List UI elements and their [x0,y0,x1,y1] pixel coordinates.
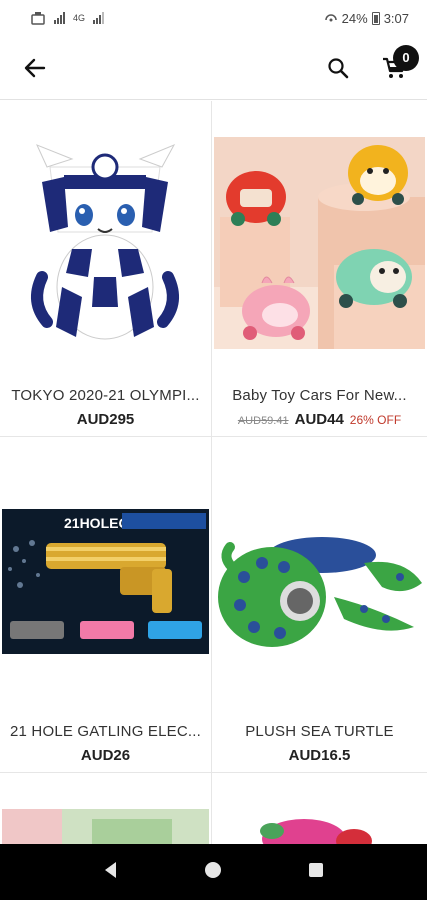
nav-home-button[interactable] [203,860,223,885]
price-row: AUD295 [6,411,205,428]
hotspot-icon [324,14,337,22]
app-bar-actions: 0 [321,44,419,85]
product-card[interactable]: Baby Toy Cars For New... AUD59.41 AUD44 … [212,101,427,437]
product-price: AUD16.5 [288,747,351,764]
app-bar: 0 [0,36,427,100]
product-card[interactable] [212,773,427,853]
product-card[interactable] [0,773,212,853]
product-image: 21HOLEGATLING [2,509,209,654]
sim2-signal-icon [93,12,105,24]
product-image [214,527,425,657]
product-title: Baby Toy Cars For New... [232,387,407,404]
product-card[interactable]: TOKYO 2020-21 OLYMPI... AUD295 [0,101,212,437]
product-price: AUD295 [76,411,135,428]
notification-icon [31,12,45,25]
product-card[interactable]: 21HOLEGATLING 21 HO [0,437,212,773]
back-button[interactable] [18,51,52,85]
nav-recents-button[interactable] [306,860,326,885]
sim1-signal-icon [54,12,65,24]
cart-count-badge: 0 [393,44,419,71]
nav-back-button[interactable] [101,860,121,885]
circle-home-icon [205,861,222,878]
battery-percent: 24% [341,10,368,26]
discount-label: 26% OFF [349,413,402,427]
system-navigation-bar [0,844,427,900]
original-price: AUD59.41 [237,415,289,427]
status-bar: 4G 24% 3:07 [0,0,427,36]
product-card[interactable]: PLUSH SEA TURTLE AUD16.5 [212,437,427,773]
price-row: AUD26 [6,747,205,764]
arrow-left-icon [24,58,46,77]
status-left-icons: 4G [30,11,105,25]
product-price: AUD26 [80,747,131,764]
square-recents-icon [308,862,323,877]
product-image [214,137,425,349]
network-type: 4G [73,13,86,23]
status-right-icons: 24% 3:07 [324,11,409,26]
product-title: TOKYO 2020-21 OLYMPI... [11,387,200,404]
search-icon [328,57,349,78]
search-button[interactable] [321,51,355,85]
clock: 3:07 [383,10,409,26]
price-row: AUD59.41 AUD44 26% OFF [218,411,421,428]
cart-button[interactable]: 0 [377,44,419,85]
triangle-back-icon [105,861,117,878]
product-price: AUD44 [294,411,344,428]
product-title: PLUSH SEA TURTLE [245,723,394,740]
product-title: 21 HOLE GATLING ELEC... [9,723,202,740]
price-row: AUD16.5 [218,747,421,764]
product-grid: TOKYO 2020-21 OLYMPI... AUD295 Baby Toy … [0,101,427,853]
product-image [2,137,209,349]
battery-icon [371,11,380,25]
